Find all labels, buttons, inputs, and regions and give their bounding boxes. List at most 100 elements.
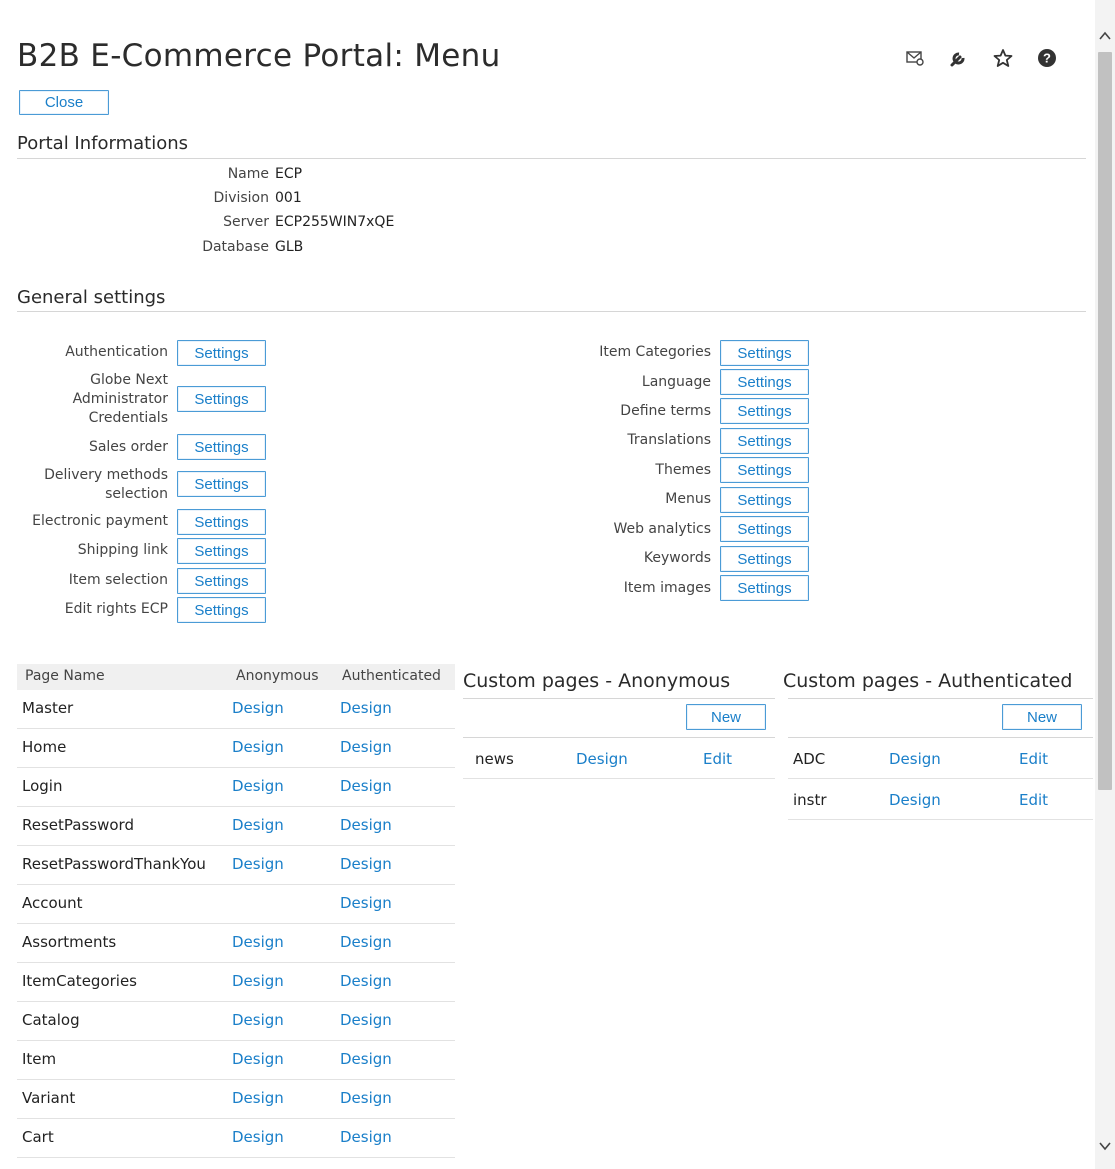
authenticated-design-link[interactable]: Design [340,777,392,795]
table-row: Login Design Design [17,768,455,807]
anonymous-design-link[interactable]: Design [232,777,284,795]
info-value: ECP [275,166,303,182]
custom-page-design-link[interactable]: Design [576,750,628,768]
table-row: Cart Design Design [17,1119,455,1158]
authenticated-design-link[interactable]: Design [340,816,392,834]
custom-authenticated-toolbar: New [788,698,1093,738]
table-row: Variant Design Design [17,1080,455,1119]
setting-label-edit-rights: Edit rights ECP [64,601,168,617]
globe-next-settings-button[interactable]: Settings [177,386,266,412]
star-icon[interactable] [981,44,1025,72]
setting-label-define-terms: Define terms [620,403,711,419]
web-analytics-settings-button[interactable]: Settings [720,516,809,542]
sales-order-settings-button[interactable]: Settings [177,434,266,460]
table-row: ResetPassword Design Design [17,807,455,846]
item-selection-settings-button[interactable]: Settings [177,568,266,594]
page-name: ResetPasswordThankYou [22,855,206,873]
authenticated-design-link[interactable]: Design [340,972,392,990]
setting-label-menus: Menus [665,491,711,507]
edit-rights-settings-button[interactable]: Settings [177,597,266,623]
page-name: Assortments [22,933,117,951]
new-authenticated-page-button[interactable]: New [1002,704,1082,730]
table-row: Master Design Design [17,690,455,729]
page-name: Catalog [22,1011,80,1029]
anonymous-design-link[interactable]: Design [232,699,284,717]
mail-settings-icon[interactable] [893,44,937,72]
anonymous-design-link[interactable]: Design [232,1089,284,1107]
anonymous-design-link[interactable]: Design [232,855,284,873]
info-label: Name [227,166,269,182]
page: B2B E-Commerce Portal: Menu ? Close Port… [0,0,1095,1169]
themes-settings-button[interactable]: Settings [720,457,809,483]
anonymous-design-link[interactable]: Design [232,1128,284,1146]
anonymous-design-link[interactable]: Design [232,816,284,834]
item-categories-settings-button[interactable]: Settings [720,340,809,366]
custom-anonymous-title: Custom pages - Anonymous [463,670,731,692]
authenticated-design-link[interactable]: Design [340,1128,392,1146]
anonymous-design-link[interactable]: Design [232,933,284,951]
authenticated-design-link[interactable]: Design [340,1050,392,1068]
page-name: ItemCategories [22,972,137,990]
setting-label-authentication: Authentication [65,344,168,360]
custom-authenticated-title: Custom pages - Authenticated [783,670,1073,692]
custom-pages-anonymous: Custom pages - Anonymous New news Design… [463,670,775,779]
custom-page-edit-link[interactable]: Edit [703,750,732,768]
authenticated-design-link[interactable]: Design [340,855,392,873]
header-anonymous: Anonymous [236,668,319,684]
setting-label-item-images: Item images [623,580,711,596]
custom-page-design-link[interactable]: Design [889,750,941,768]
table-row: ItemCategories Design Design [17,963,455,1002]
scroll-up-icon[interactable] [1099,26,1111,45]
setting-label-shipping-link: Shipping link [77,542,168,558]
setting-label-web-analytics: Web analytics [613,521,711,537]
delivery-methods-settings-button[interactable]: Settings [177,471,266,497]
vertical-scrollbar[interactable] [1095,0,1115,1169]
custom-pages-authenticated: Custom pages - Authenticated New ADC Des… [783,670,1095,820]
authenticated-design-link[interactable]: Design [340,738,392,756]
authenticated-design-link[interactable]: Design [340,933,392,951]
setting-label-delivery-methods: Delivery methods selection [44,467,168,502]
language-settings-button[interactable]: Settings [720,369,809,395]
pages-table: Page Name Anonymous Authenticated Master… [17,664,455,1158]
list-item: instr Design Edit [788,781,1093,820]
page-name: Master [22,699,74,717]
item-images-settings-button[interactable]: Settings [720,575,809,601]
custom-page-edit-link[interactable]: Edit [1019,750,1048,768]
page-name: ResetPassword [22,816,134,834]
toolbar: ? [893,44,1069,72]
anonymous-design-link[interactable]: Design [232,1011,284,1029]
new-anonymous-page-button[interactable]: New [686,704,766,730]
custom-page-edit-link[interactable]: Edit [1019,791,1048,809]
authenticated-design-link[interactable]: Design [340,1011,392,1029]
shipping-link-settings-button[interactable]: Settings [177,538,266,564]
custom-anonymous-toolbar: New [463,698,775,738]
menus-settings-button[interactable]: Settings [720,487,809,513]
authentication-settings-button[interactable]: Settings [177,340,266,366]
authenticated-design-link[interactable]: Design [340,894,392,912]
setting-label-keywords: Keywords [643,550,711,566]
table-header: Page Name Anonymous Authenticated [17,664,455,690]
scroll-down-icon[interactable] [1099,1136,1111,1155]
anonymous-design-link[interactable]: Design [232,738,284,756]
setting-label-language: Language [641,374,711,390]
authenticated-design-link[interactable]: Design [340,699,392,717]
table-row: Home Design Design [17,729,455,768]
custom-page-design-link[interactable]: Design [889,791,941,809]
define-terms-settings-button[interactable]: Settings [720,398,809,424]
anonymous-design-link[interactable]: Design [232,1050,284,1068]
electronic-payment-settings-button[interactable]: Settings [177,509,266,535]
custom-page-name: instr [793,791,827,809]
keywords-settings-button[interactable]: Settings [720,546,809,572]
page-name: Item [22,1050,57,1068]
list-item: ADC Design Edit [788,740,1093,779]
info-label: Division [213,190,269,206]
authenticated-design-link[interactable]: Design [340,1089,392,1107]
close-button[interactable]: Close [19,90,109,115]
table-row: Item Design Design [17,1041,455,1080]
anonymous-design-link[interactable]: Design [232,972,284,990]
wrench-icon[interactable] [937,44,981,72]
page-title: B2B E-Commerce Portal: Menu [17,38,501,74]
help-icon[interactable]: ? [1025,44,1069,72]
translations-settings-button[interactable]: Settings [720,428,809,454]
scrollbar-thumb[interactable] [1098,52,1112,790]
